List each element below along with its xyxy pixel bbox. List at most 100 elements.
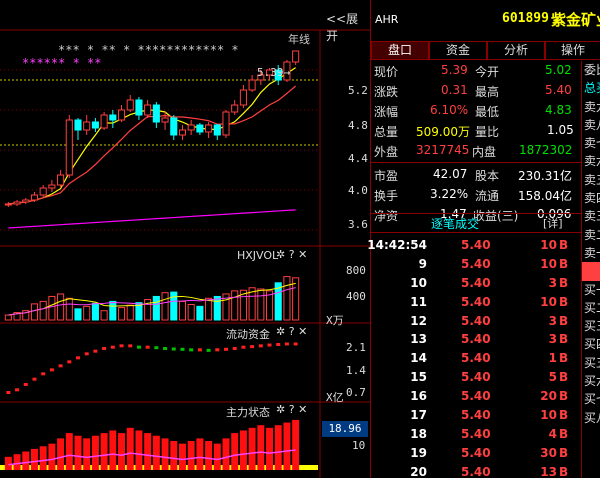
- close-icon[interactable]: ✕: [298, 403, 307, 416]
- turn-label: 换手: [374, 189, 399, 203]
- volume-bar: [257, 288, 265, 321]
- trade-price: 5.40: [461, 370, 491, 385]
- float-value: 158.04亿: [518, 189, 572, 203]
- mainforce-bar: [126, 427, 134, 470]
- price-tick: 4.8: [348, 119, 368, 132]
- exchange-label: AHR: [375, 13, 399, 26]
- trade-price: 5.40: [461, 408, 491, 423]
- divider: [371, 232, 581, 233]
- mainforce-bar: [152, 435, 160, 470]
- mainforce-bar: [161, 438, 169, 470]
- trade-volume: 3: [548, 275, 557, 290]
- candle-body: [91, 121, 99, 129]
- trade-price: 5.40: [461, 445, 491, 460]
- mainforce-bar: [30, 448, 38, 470]
- mainforce-bar: [231, 433, 239, 470]
- volume-bar: [109, 300, 117, 321]
- capital-dot: [241, 345, 246, 349]
- capital-dot: [189, 348, 194, 352]
- mainforce-bar: [22, 451, 30, 470]
- gear-icon[interactable]: ✲: [276, 248, 285, 261]
- mainforce-bar: [4, 456, 12, 470]
- mainforce-bar: [118, 433, 126, 470]
- capital-dot: [163, 347, 168, 350]
- mainforce-bar: [292, 419, 300, 470]
- trade-row: 13 5.40 3 B: [371, 330, 581, 349]
- capital-dot: [93, 349, 98, 353]
- trade-side: B: [559, 275, 569, 290]
- trade-time: 15: [410, 370, 427, 385]
- capital-dot: [224, 347, 228, 351]
- capital-dot: [206, 348, 211, 352]
- trade-price: 5.40: [461, 275, 491, 290]
- capital-dot: [32, 377, 37, 381]
- panel-tabs: 盘口 资金 分析 操作: [371, 41, 600, 60]
- period-label[interactable]: 年线: [288, 31, 310, 47]
- mainforce-bar: [91, 435, 99, 470]
- now-label: 现价: [374, 65, 399, 79]
- volume-bar: [161, 292, 169, 321]
- quote-row: 换手 3.22% 流通 158.04亿: [371, 185, 581, 205]
- volume-bar: [100, 310, 108, 321]
- high-price-marker: 5.39→: [257, 66, 291, 79]
- help-icon[interactable]: ?: [289, 403, 295, 416]
- capital-unit: X亿: [326, 391, 344, 404]
- trade-row: 11 5.40 10 B: [371, 293, 581, 312]
- trade-row: 19 5.40 30 B: [371, 444, 581, 463]
- trade-volume: 1: [548, 351, 557, 366]
- tab-zijin[interactable]: 资金: [429, 41, 487, 60]
- capital-dot: [84, 352, 89, 356]
- tab-caozuo[interactable]: 操作: [545, 41, 600, 60]
- trade-volume: 5: [548, 370, 557, 385]
- gear-icon[interactable]: ✲: [276, 325, 285, 338]
- help-icon[interactable]: ?: [289, 325, 295, 338]
- quote-row: 涨幅 6.10% 最低 4.83: [371, 101, 581, 121]
- tab-fenxi[interactable]: 分析: [487, 41, 545, 60]
- close-icon[interactable]: ✕: [298, 248, 307, 261]
- candle-body: [205, 124, 213, 133]
- trade-row: 18 5.40 4 B: [371, 425, 581, 444]
- divider: [371, 162, 581, 163]
- candle-body: [109, 114, 117, 121]
- cap-value: 230.31亿: [518, 169, 572, 183]
- mainforce-bar: [205, 441, 213, 470]
- chart-canvas[interactable]: *** * ** * ************ ******* * **: [0, 0, 370, 478]
- capital-dot: [232, 347, 237, 350]
- trade-row: 14:42:54 5.40 10 B: [367, 236, 581, 255]
- trade-time: 13: [410, 332, 427, 347]
- trade-price: 5.40: [461, 294, 491, 309]
- order-book-label: 卖八: [584, 117, 600, 132]
- gear-icon[interactable]: ✲: [276, 403, 285, 416]
- trade-volume: 3: [548, 313, 557, 328]
- volume-bar: [126, 304, 134, 321]
- mainforce-bar: [213, 443, 221, 470]
- mainforce-bar: [57, 438, 65, 470]
- close-icon[interactable]: ✕: [298, 325, 307, 338]
- capital-tick: 1.4: [346, 364, 366, 377]
- trade-volume: 3: [548, 332, 557, 347]
- tab-pankou[interactable]: 盘口: [371, 41, 429, 60]
- trade-time: 18: [410, 426, 427, 441]
- signal-stars: ****** * **: [22, 56, 101, 70]
- stock-header: AHR 601899 紫金矿业: [371, 8, 600, 32]
- order-book-label: 卖二: [584, 227, 600, 242]
- candle-body: [57, 174, 65, 186]
- capital-title: 流动资金: [226, 328, 270, 341]
- trades-list[interactable]: 14:42:54 5.40 10 B 9 5.40 10 B 10 5.40 3 B 11 5.40 10 B…: [367, 236, 581, 478]
- expand-button[interactable]: <<展开: [326, 10, 370, 44]
- out-value: 3217745: [416, 143, 470, 157]
- quote-row: 总量 509.00万 量比 1.05: [371, 121, 581, 141]
- quote-row: 涨跌 0.31 最高 5.40: [371, 81, 581, 101]
- order-book-label: [582, 262, 600, 281]
- help-icon[interactable]: ?: [289, 248, 295, 261]
- trade-price: 5.40: [461, 332, 491, 347]
- ratio-value: 1.05: [547, 123, 574, 137]
- mainforce-bar: [39, 446, 47, 470]
- capital-dot: [41, 372, 46, 376]
- mainforce-bar: [83, 438, 91, 470]
- volume-bar: [30, 303, 39, 321]
- order-book-side: 委比总买卖九卖八卖七卖六卖五卖四卖三卖二卖一买一买二买三买四买五买六买七买八: [581, 61, 600, 478]
- trades-detail-button[interactable]: [详]: [543, 215, 563, 231]
- kline-chart-area[interactable]: *** * ** * ************ * ****** * ** <<展…: [0, 0, 370, 478]
- order-book-label: 总买: [584, 81, 600, 96]
